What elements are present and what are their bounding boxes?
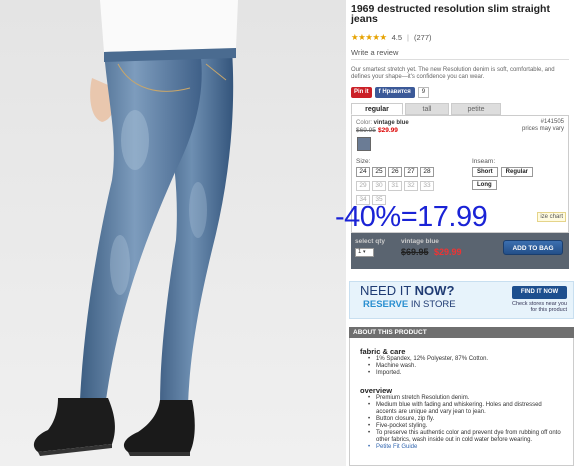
facebook-like-button[interactable]: f Нравится [374,87,415,98]
pinterest-button[interactable]: Pin it [351,87,372,98]
inseam-long[interactable]: Long [472,180,497,190]
overview-title: overview [360,386,393,395]
divider: | [407,33,409,42]
tab-tall[interactable]: tall [405,103,449,115]
style-id: #141505 [540,119,564,125]
tab-petite[interactable]: petite [451,103,501,115]
grid-spacer [436,181,450,191]
divider [351,59,569,60]
product-photo [0,0,346,466]
list-item: Medium blue with fading and whiskering. … [368,402,563,416]
product-description: Our smartest stretch yet. The new Resolu… [351,67,555,80]
fabric-care-title: fabric & care [360,347,406,356]
list-item: To preserve this authentic color and pre… [368,430,563,444]
size-option[interactable]: 25 [372,167,386,177]
need-it-text: NEED IT [360,283,415,298]
reserve-in-store-banner[interactable]: NEED IT NOW? RESERVE IN STORE FIND IT NO… [349,281,574,319]
qty-label: select qty [355,238,385,245]
find-it-now-button[interactable]: FIND IT NOW [512,286,567,299]
inseam-short[interactable]: Short [472,167,498,177]
reserve-word: RESERVE [363,299,409,310]
chevron-down-icon: ▾ [363,249,366,255]
color-label: Color: vintage blue [356,120,409,126]
qty-select[interactable]: 1 ▾ [355,248,374,257]
write-review-link[interactable]: Write a review [351,48,398,57]
rating-stars: ★★★★★ [351,32,387,42]
qty-value: 1 [358,249,362,255]
list-item: 1% Spandex, 12% Polyester, 87% Cotton. [368,356,563,363]
size-option[interactable]: 27 [404,167,418,177]
petite-fit-guide-link[interactable]: Petite Fit Guide [368,444,563,451]
size-option-unavailable[interactable]: 31 [388,181,402,191]
facebook-like-label: Нравится [382,89,411,95]
facebook-like-count: 9 [417,87,430,98]
in-store-word: IN STORE [408,299,456,310]
list-item: Premium stretch Resolution denim. [368,395,563,402]
size-chart-link[interactable]: ize chart [537,212,566,222]
prices-vary-note: prices may vary [521,126,564,132]
size-option[interactable]: 24 [356,167,370,177]
size-label: Size: [356,158,371,165]
original-price: $69.95 [356,127,376,134]
about-product-section: fabric & care 1% Spandex, 12% Polyester,… [349,338,574,466]
size-option-unavailable[interactable]: 29 [356,181,370,191]
rating-value: 4.5 [391,33,403,42]
selected-color-name: vintage blue [401,238,439,245]
reserve-in-store-text: RESERVE IN STORE [363,299,456,310]
overview-list: Premium stretch Resolution denim. Medium… [368,395,563,451]
size-option-unavailable[interactable]: 32 [404,181,418,191]
inseam-regular[interactable]: Regular [500,167,534,177]
size-option[interactable]: 28 [420,167,434,177]
fabric-care-list: 1% Spandex, 12% Polyester, 87% Cotton. M… [368,356,563,377]
add-to-bag-button[interactable]: ADD TO BAG [503,240,563,255]
about-product-header: ABOUT THIS PRODUCT [349,327,574,338]
purchase-original-price: $69.95 [401,247,429,257]
need-it-now-heading: NEED IT NOW? [360,284,454,298]
list-item: Machine wash. [368,363,563,370]
size-option-unavailable[interactable]: 30 [372,181,386,191]
check-stores-text: Check stores near you for this product [511,301,567,313]
list-item: Button closure, zip fly. [368,416,563,423]
list-item: Five-pocket styling. [368,423,563,430]
color-swatch[interactable] [357,137,371,151]
size-option-unavailable[interactable]: 33 [420,181,434,191]
social-share: Pin it f Нравится 9 [351,87,430,98]
list-item: Imported. [368,370,563,377]
size-option[interactable]: 26 [388,167,402,177]
now-text: NOW? [414,283,455,298]
size-grid: 24 25 26 27 28 29 30 31 32 33 34 35 [356,167,466,205]
inseam-options: Short Regular Long [472,167,542,190]
style-number: #141505 prices may vary [522,119,564,133]
purchase-bar: select qty 1 ▾ vintage blue $69.95 $29.9… [351,233,569,269]
fit-tabs: regular tall petite [351,103,501,115]
purchase-sale-price: $29.99 [434,247,462,257]
color-name: vintage blue [373,120,409,126]
sale-price: $29.99 [378,127,398,134]
grid-spacer [436,167,450,177]
rating-row[interactable]: ★★★★★ 4.5 | (277) [351,32,432,43]
product-title: 1969 destructed resolution slim straight… [351,3,550,25]
color-prefix: Color: [356,120,374,126]
discount-overlay-text: -40%=17.99 [335,201,488,233]
review-count[interactable]: (277) [414,33,432,42]
tab-regular[interactable]: regular [351,103,403,115]
inseam-label: Inseam: [472,158,496,165]
